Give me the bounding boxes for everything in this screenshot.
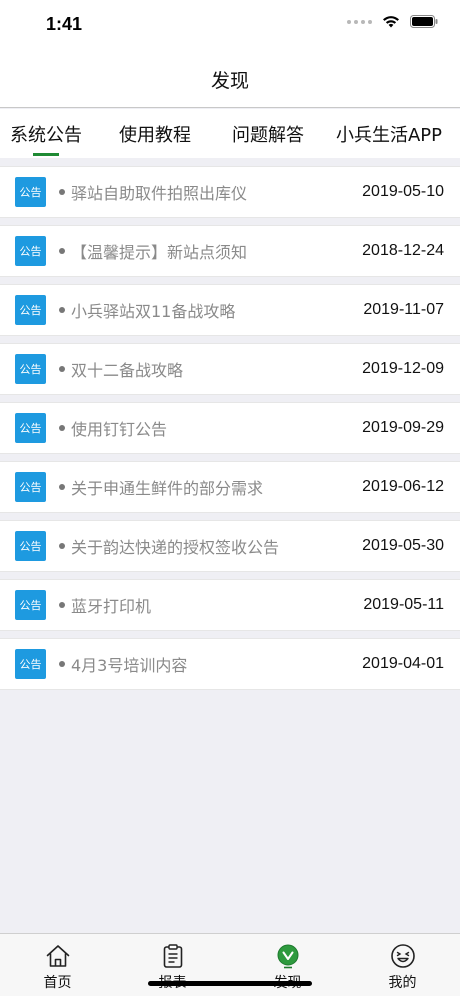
item-date: 2019-05-30	[362, 537, 444, 554]
announcement-badge: 公告	[15, 531, 46, 561]
list-item[interactable]: 公告 双十二备战攻略 2019-12-09	[0, 343, 460, 395]
announcement-badge: 公告	[15, 472, 46, 502]
bullet-dot-icon	[59, 425, 65, 431]
item-title: 4月3号培训内容	[71, 656, 188, 675]
announcement-badge: 公告	[15, 354, 46, 384]
cellular-signal-icon	[347, 19, 372, 24]
list-item[interactable]: 公告 小兵驿站双11备战攻略 2019-11-07	[0, 284, 460, 336]
list-item[interactable]: 公告 4月3号培训内容 2019-04-01	[0, 638, 460, 690]
item-title: 关于申通生鲜件的部分需求	[71, 479, 264, 498]
list-item[interactable]: 公告 关于韵达快递的授权签收公告 2019-05-30	[0, 520, 460, 572]
clipboard-icon	[160, 943, 186, 969]
item-title: 使用钉钉公告	[71, 420, 168, 439]
list-item[interactable]: 公告 关于申通生鲜件的部分需求 2019-06-12	[0, 461, 460, 513]
home-indicator[interactable]	[148, 981, 312, 986]
nav-bar: 发现	[0, 52, 460, 108]
item-title: 小兵驿站双11备战攻略	[71, 302, 236, 321]
tabbar-label: 我的	[388, 975, 417, 991]
item-date: 2019-11-07	[363, 301, 444, 318]
list-item[interactable]: 公告 使用钉钉公告 2019-09-29	[0, 402, 460, 454]
tabbar-item-home[interactable]: 首页	[0, 934, 115, 996]
tab-label: 使用教程	[119, 124, 191, 146]
announcement-badge: 公告	[15, 649, 46, 679]
bullet-dot-icon	[59, 543, 65, 549]
item-title: 双十二备战攻略	[71, 361, 184, 380]
tab-system-announcements[interactable]: 系统公告	[0, 109, 92, 158]
announcement-badge: 公告	[15, 236, 46, 266]
bullet-dot-icon	[59, 248, 65, 254]
status-icons	[347, 15, 438, 28]
bullet-dot-icon	[59, 366, 65, 372]
tabbar-item-reports[interactable]: 报表	[115, 934, 230, 996]
bottom-tab-bar: 首页 报表 发现	[0, 933, 460, 996]
tab-label: 系统公告	[10, 124, 82, 146]
bullet-dot-icon	[59, 189, 65, 195]
item-date: 2019-12-09	[362, 360, 444, 377]
tabbar-label: 首页	[43, 975, 72, 991]
tab-label: 小兵生活APP	[335, 124, 443, 146]
discover-icon	[275, 943, 301, 969]
tab-tutorials[interactable]: 使用教程	[92, 109, 218, 158]
list-item[interactable]: 公告 蓝牙打印机 2019-05-11	[0, 579, 460, 631]
bullet-dot-icon	[59, 602, 65, 608]
tabbar-item-discover[interactable]: 发现	[230, 934, 345, 996]
smiley-icon	[390, 943, 416, 969]
item-title: 蓝牙打印机	[71, 597, 152, 616]
item-title: 驿站自助取件拍照出库仪	[71, 184, 248, 203]
wifi-icon	[383, 16, 399, 28]
announcement-badge: 公告	[15, 413, 46, 443]
screen: 1:41 发现 系统公告 使用教程 问题解答 小兵生活APP 公告 驿站自助取件…	[0, 0, 460, 996]
page-title: 发现	[210, 70, 249, 92]
announcement-list: 公告 驿站自助取件拍照出库仪 2019-05-10 公告 【温馨提示】新站点须知…	[0, 166, 460, 697]
bullet-dot-icon	[59, 307, 65, 313]
item-date: 2019-05-11	[363, 596, 444, 613]
announcement-badge: 公告	[15, 177, 46, 207]
item-date: 2019-04-01	[362, 655, 444, 672]
category-tabs: 系统公告 使用教程 问题解答 小兵生活APP	[0, 109, 460, 158]
item-title: 【温馨提示】新站点须知	[71, 243, 248, 262]
tabbar-item-mine[interactable]: 我的	[345, 934, 460, 996]
active-tab-indicator	[33, 153, 59, 156]
item-date: 2019-06-12	[362, 478, 444, 495]
home-icon	[45, 943, 71, 969]
item-date: 2019-09-29	[362, 419, 444, 436]
item-date: 2019-05-10	[362, 183, 444, 200]
announcement-badge: 公告	[15, 590, 46, 620]
list-item[interactable]: 公告 【温馨提示】新站点须知 2018-12-24	[0, 225, 460, 277]
announcement-badge: 公告	[15, 295, 46, 325]
item-title: 关于韵达快递的授权签收公告	[71, 538, 280, 557]
tab-faq[interactable]: 问题解答	[218, 109, 318, 158]
bullet-dot-icon	[59, 661, 65, 667]
tab-xiaobing-life-app[interactable]: 小兵生活APP	[318, 109, 460, 158]
status-time: 1:41	[46, 14, 83, 34]
bullet-dot-icon	[59, 484, 65, 490]
item-date: 2018-12-24	[362, 242, 444, 259]
list-item[interactable]: 公告 驿站自助取件拍照出库仪 2019-05-10	[0, 166, 460, 218]
tab-label: 问题解答	[232, 124, 304, 146]
battery-icon	[410, 15, 438, 28]
status-bar: 1:41	[0, 0, 460, 52]
